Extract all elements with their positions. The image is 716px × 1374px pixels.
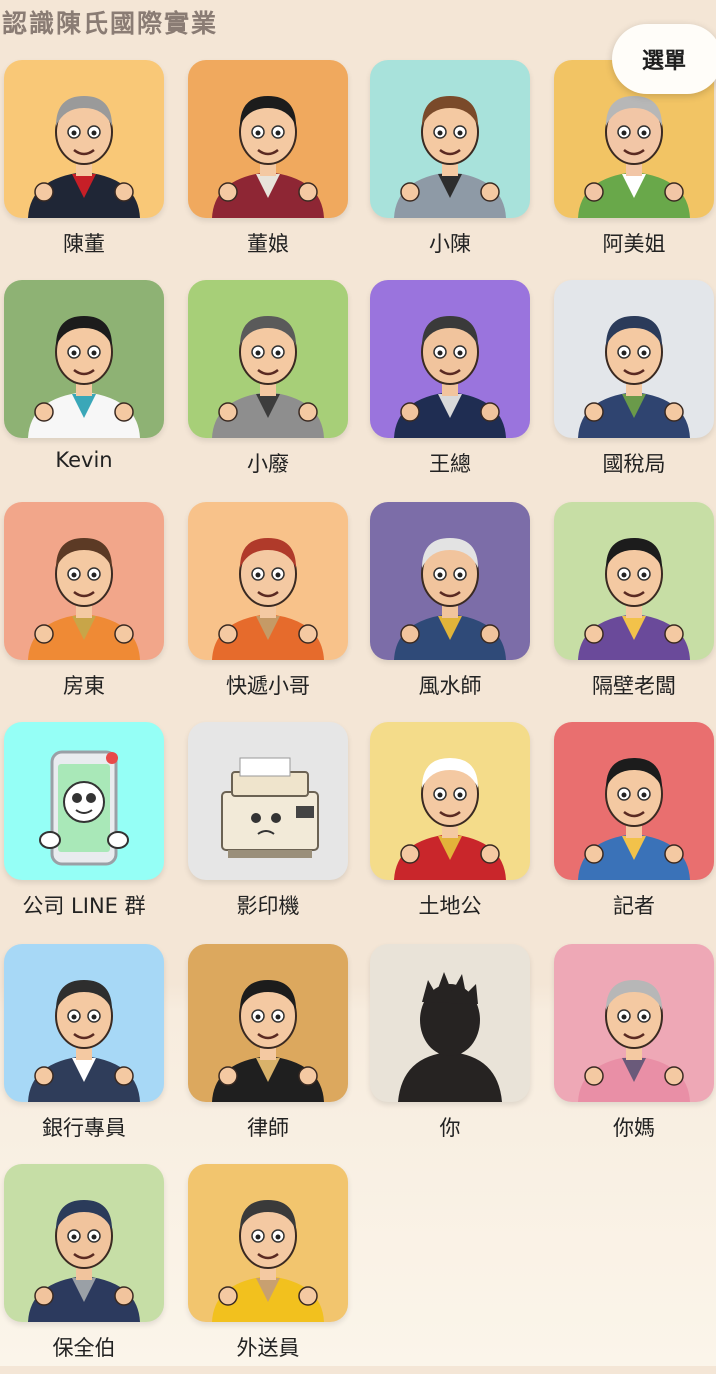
character-portrait[interactable] [4, 60, 164, 218]
bank-clerk-icon [28, 980, 140, 1102]
character-card[interactable]: 快遞小哥 [188, 502, 348, 712]
character-portrait[interactable] [370, 944, 530, 1102]
character-portrait[interactable] [4, 722, 164, 880]
character-name: 公司 LINE 群 [22, 894, 146, 918]
character-card[interactable]: 陳董 [4, 60, 164, 270]
reporter-icon [578, 758, 690, 880]
page-title: 認識陳氏國際實業 [2, 9, 219, 38]
slacker-icon [212, 316, 324, 438]
character-portrait[interactable] [188, 944, 348, 1102]
character-portrait[interactable] [554, 502, 714, 660]
character-card[interactable]: 記者 [554, 722, 714, 932]
character-name: 王總 [429, 452, 471, 476]
character-name: 董娘 [247, 232, 289, 256]
character-name: 保全伯 [52, 1336, 116, 1360]
neighbor-boss-icon [578, 538, 690, 660]
character-portrait[interactable] [188, 280, 348, 438]
character-portrait[interactable] [188, 60, 348, 218]
character-name: 小廢 [247, 452, 289, 476]
printer-icon [221, 757, 319, 858]
character-card[interactable]: 小陳 [370, 60, 530, 270]
character-card[interactable]: 你媽 [554, 944, 714, 1154]
security-guard-icon [28, 1200, 140, 1322]
character-portrait[interactable] [4, 502, 164, 660]
character-card[interactable]: 影印機 [188, 722, 348, 932]
character-card[interactable]: 房東 [4, 502, 164, 712]
character-portrait[interactable] [554, 944, 714, 1102]
character-card[interactable]: 銀行專員 [4, 944, 164, 1154]
character-portrait[interactable] [554, 722, 714, 880]
character-card[interactable]: Kevin [4, 280, 164, 490]
character-name: 土地公 [418, 894, 482, 918]
character-portrait[interactable] [370, 722, 530, 880]
menu-button[interactable]: 選單 [612, 24, 716, 94]
character-name: 律師 [247, 1116, 289, 1140]
character-portrait[interactable] [4, 1164, 164, 1322]
character-portrait[interactable] [4, 944, 164, 1102]
delivery-guy-icon [212, 538, 324, 660]
character-portrait[interactable] [370, 60, 530, 218]
landlord-icon [28, 538, 140, 660]
character-card[interactable]: 風水師 [370, 502, 530, 712]
character-card[interactable]: 王總 [370, 280, 530, 490]
character-name: 房東 [63, 674, 105, 698]
character-card[interactable]: 律師 [188, 944, 348, 1154]
character-card[interactable]: 隔壁老闆 [554, 502, 714, 712]
chairman-icon [28, 96, 140, 218]
character-portrait[interactable] [188, 1164, 348, 1322]
you-silhouette-icon [398, 972, 502, 1102]
character-card[interactable]: 外送員 [188, 1164, 348, 1374]
character-name: Kevin [55, 448, 113, 472]
character-portrait[interactable] [370, 280, 530, 438]
character-name: 隔壁老闆 [592, 674, 676, 698]
character-card[interactable]: 土地公 [370, 722, 530, 932]
character-card[interactable]: 你 [370, 944, 530, 1154]
character-portrait[interactable] [188, 502, 348, 660]
character-card[interactable]: 公司 LINE 群 [4, 722, 164, 932]
character-portrait[interactable] [4, 280, 164, 438]
character-portrait[interactable] [554, 280, 714, 438]
earth-god-icon [394, 758, 506, 880]
line-group-phone-icon [39, 750, 129, 866]
character-portrait[interactable] [188, 722, 348, 880]
character-portrait[interactable] [370, 502, 530, 660]
character-name: 影印機 [236, 894, 300, 918]
general-manager-wang-icon [394, 316, 506, 438]
character-name: 快遞小哥 [226, 674, 310, 698]
lawyer-icon [212, 980, 324, 1102]
chairman-wife-icon [212, 96, 324, 218]
kevin-icon [28, 316, 140, 438]
character-card[interactable]: 國稅局 [554, 280, 714, 490]
your-mom-icon [578, 980, 690, 1102]
character-name: 你媽 [613, 1116, 655, 1140]
character-card[interactable]: 保全伯 [4, 1164, 164, 1374]
food-delivery-icon [212, 1200, 324, 1322]
character-name: 銀行專員 [42, 1116, 126, 1140]
character-card[interactable]: 小廢 [188, 280, 348, 490]
character-name: 記者 [613, 894, 655, 918]
character-name: 小陳 [429, 232, 471, 256]
fengshui-master-icon [394, 538, 506, 660]
character-name: 陳董 [63, 232, 105, 256]
character-name: 國稅局 [602, 452, 666, 476]
young-chen-icon [394, 96, 506, 218]
character-card[interactable]: 董娘 [188, 60, 348, 270]
character-name: 阿美姐 [602, 232, 666, 256]
character-name: 風水師 [418, 674, 482, 698]
tax-bureau-icon [578, 316, 690, 438]
character-name: 外送員 [236, 1336, 300, 1360]
character-name: 你 [439, 1116, 461, 1140]
